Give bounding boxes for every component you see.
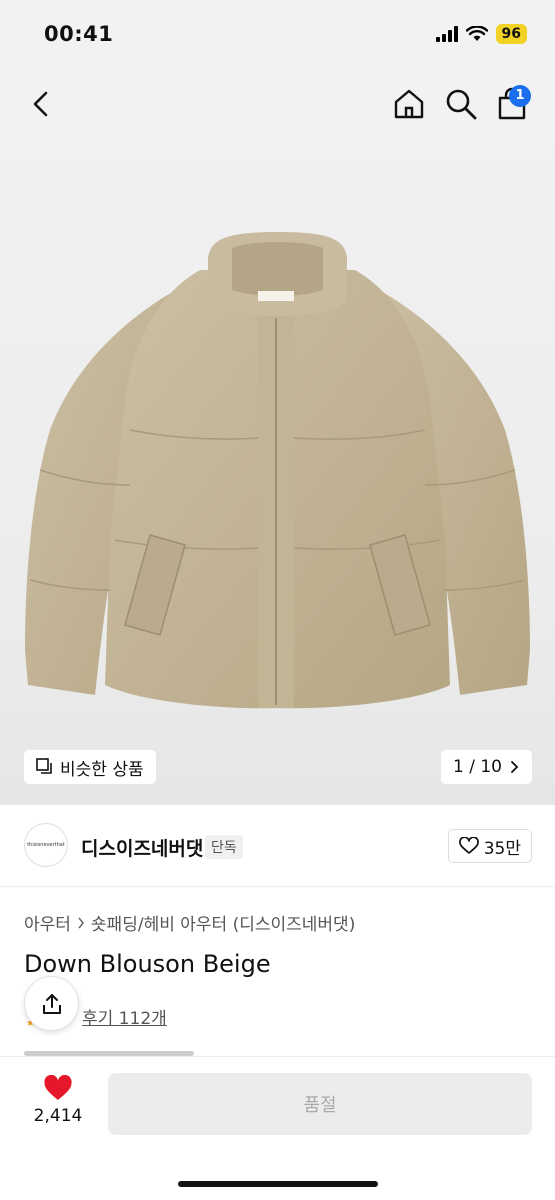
brand-row: thisisneverthat 디스이즈네버댓 단독 35만 <box>0 805 555 887</box>
exclusive-tag: 단독 <box>205 835 243 859</box>
heart-outline-icon <box>458 837 479 854</box>
product-title: Down Blouson Beige <box>24 950 271 978</box>
status-bar: 00:41 96 <box>0 0 555 70</box>
brand-name[interactable]: 디스이즈네버댓 <box>81 834 203 861</box>
back-icon[interactable] <box>26 88 58 120</box>
brand-logo[interactable]: thisisneverthat <box>24 823 68 867</box>
breadcrumb-item-outer[interactable]: 아우터 <box>24 910 71 935</box>
battery-indicator: 96 <box>495 24 527 44</box>
signal-icon <box>435 26 458 42</box>
reviews-link[interactable]: 후기 112개 <box>82 1004 167 1029</box>
page-indicator-label: 1 / 10 <box>453 757 502 777</box>
similar-icon <box>36 758 52 774</box>
share-icon <box>42 993 61 1014</box>
product-image[interactable] <box>0 140 555 805</box>
heart-filled-icon <box>44 1075 72 1100</box>
chevron-right-icon <box>78 917 84 928</box>
status-icons: 96 <box>435 24 527 44</box>
share-button[interactable] <box>24 976 79 1031</box>
similar-products-button[interactable]: 비슷한 상품 <box>24 750 156 784</box>
bottom-bar: 2,414 품절 <box>0 1056 555 1200</box>
brand-logo-text: thisisneverthat <box>27 842 65 848</box>
wishlist-button[interactable]: 2,414 <box>30 1075 86 1126</box>
brand-like-button[interactable]: 35만 <box>447 829 532 863</box>
status-time: 00:41 <box>44 22 114 46</box>
similar-products-label: 비슷한 상품 <box>60 759 144 780</box>
home-icon[interactable] <box>392 87 426 121</box>
brand-like-count: 35만 <box>483 838 521 859</box>
search-icon[interactable] <box>444 87 478 121</box>
image-page-indicator[interactable]: 1 / 10 <box>441 750 532 784</box>
cart-badge: 1 <box>509 85 531 107</box>
jacket-image <box>25 232 530 709</box>
breadcrumb-item-category[interactable]: 숏패딩/헤비 아우터 (디스이즈네버댓) <box>91 910 355 935</box>
wishlist-count: 2,414 <box>33 1106 83 1126</box>
top-nav <box>0 70 555 140</box>
home-indicator <box>178 1181 378 1187</box>
breadcrumb: 아우터 숏패딩/헤비 아우터 (디스이즈네버댓) <box>24 910 355 935</box>
chevron-right-icon <box>511 761 519 773</box>
wifi-icon <box>465 26 488 41</box>
sold-out-button: 품절 <box>108 1073 532 1135</box>
